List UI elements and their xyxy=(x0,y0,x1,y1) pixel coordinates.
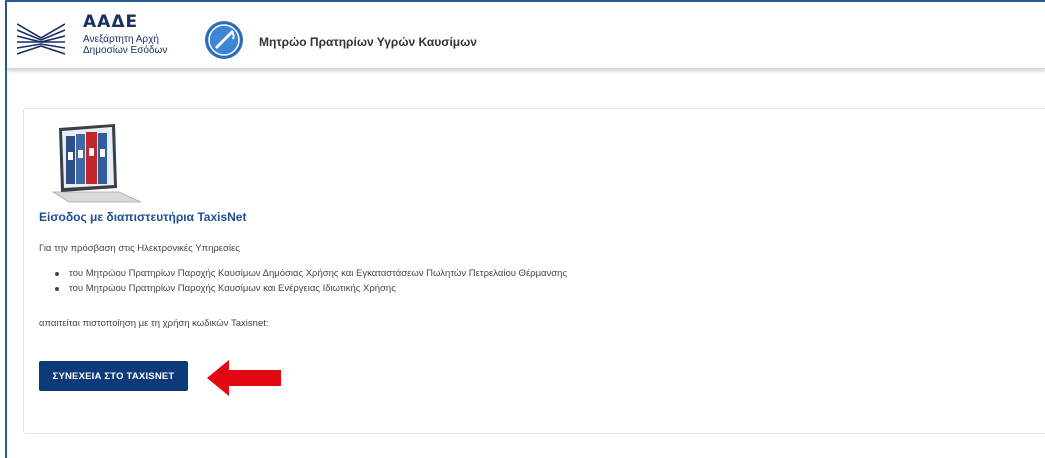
logo-subtitle-line1: Ανεξάρτητη Αρχή xyxy=(83,34,159,45)
app-title: Μητρώο Πρατηρίων Υγρών Καυσίμων xyxy=(259,35,477,49)
intro-text: Για την πρόσβαση στις Ηλεκτρονικές Υπηρε… xyxy=(39,243,240,254)
fuel-pump-icon xyxy=(205,21,243,59)
top-header: ΑΑΔΕ Ανεξάρτητη Αρχή Δημοσίων Εσόδων Μητ… xyxy=(7,2,1045,69)
list-item: του Μητρώου Πρατηρίων Παροχής Καυσίμων Δ… xyxy=(39,266,567,281)
aade-logo-icon xyxy=(17,23,65,55)
logo-subtitle: Ανεξάρτητη Αρχή Δημοσίων Εσόδων xyxy=(83,34,193,56)
red-left-arrow-icon xyxy=(207,360,281,396)
logo-title: ΑΑΔΕ xyxy=(83,12,139,32)
services-list: του Μητρώου Πρατηρίων Παροχής Καυσίμων Δ… xyxy=(39,266,567,296)
auth-note: απαιτείται πιστοποίηση με τη χρήση κωδικ… xyxy=(39,318,269,329)
list-item: του Μητρώου Πρατηρίων Παροχής Καυσίμων κ… xyxy=(39,281,567,296)
continue-taxisnet-button[interactable]: ΣΥΝΕΧΕΙΑ ΣΤΟ TAXISNET xyxy=(39,361,188,391)
login-title: Είσοδος με διαπιστευτήρια TaxisNet xyxy=(39,210,247,224)
logo-subtitle-line2: Δημοσίων Εσόδων xyxy=(83,45,168,56)
laptop-binders-illustration xyxy=(51,124,142,203)
